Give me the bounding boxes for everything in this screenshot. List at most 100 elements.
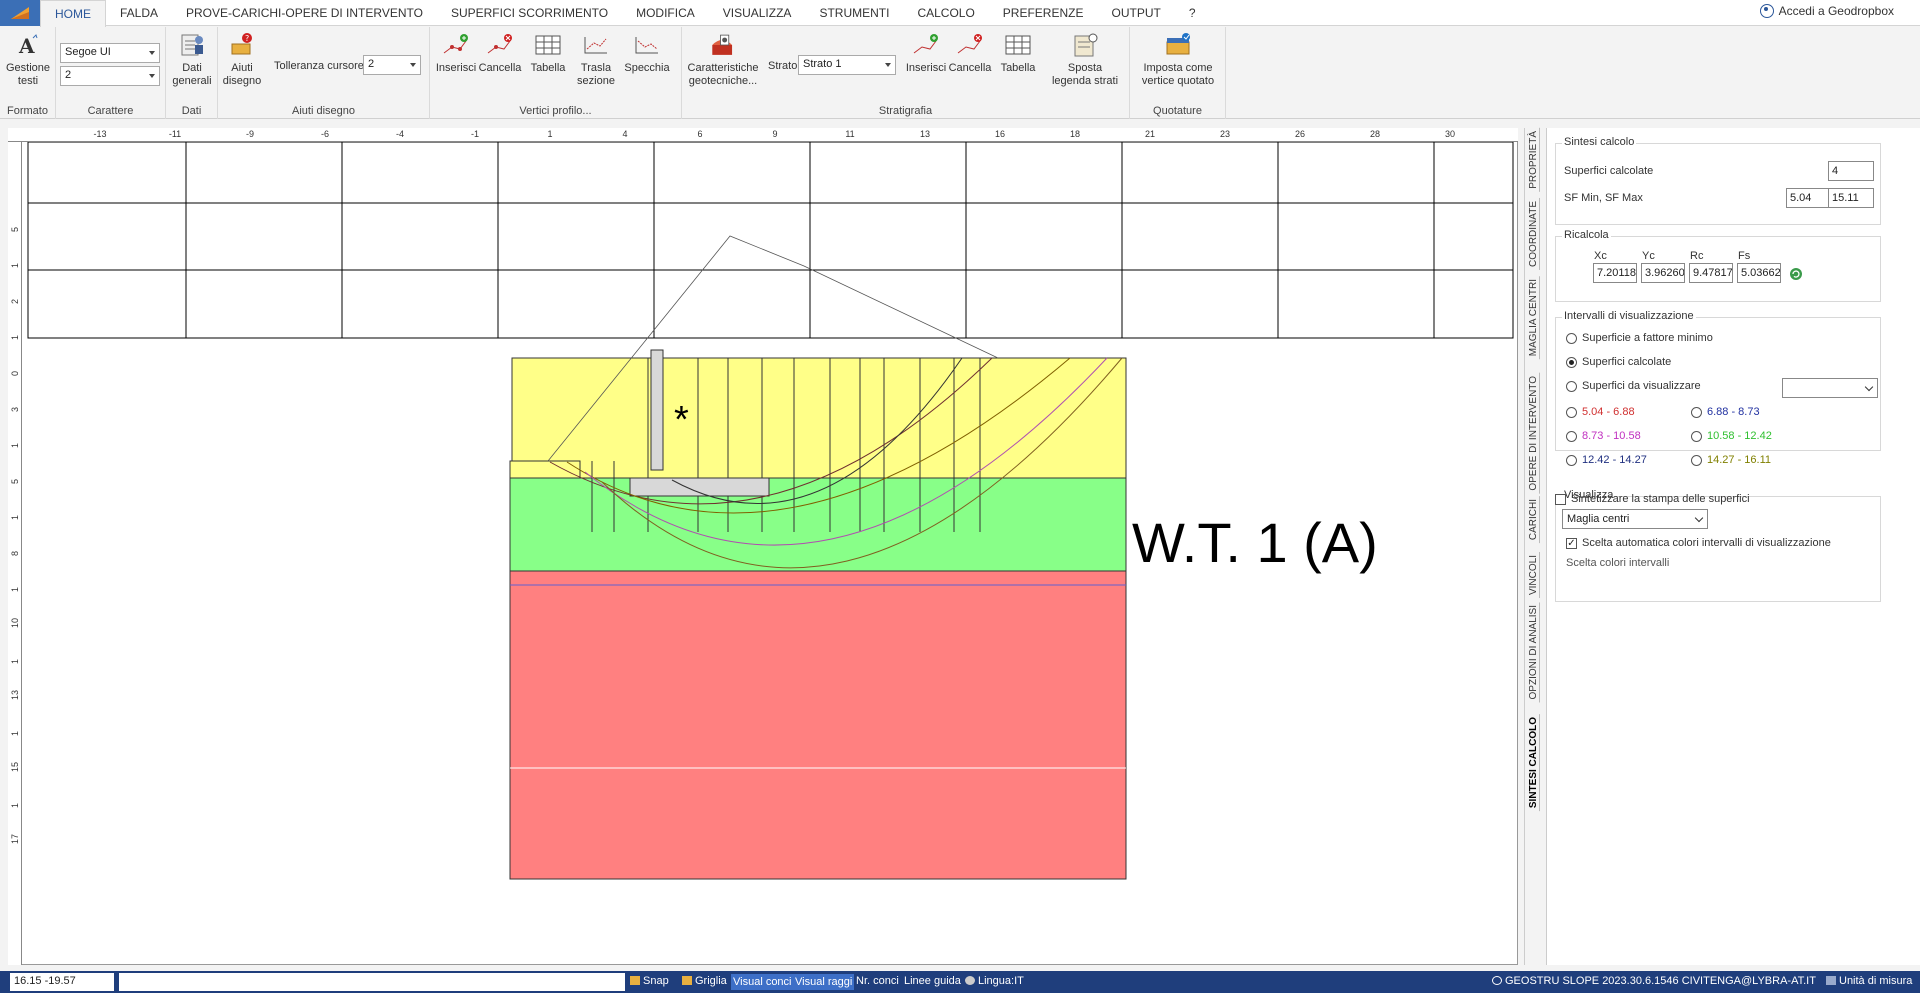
- aiuti-disegno-button[interactable]: ? Aiuti disegno: [220, 31, 264, 88]
- sf-min-field[interactable]: 5.04: [1786, 188, 1832, 208]
- language-selector[interactable]: Lingua:IT: [965, 975, 1024, 987]
- dati-generali-button[interactable]: Dati generali: [170, 31, 214, 88]
- side-tab-sintesi-calcolo[interactable]: SINTESI CALCOLO: [1528, 714, 1540, 812]
- snap-toggle[interactable]: Snap: [630, 975, 669, 987]
- ruler-tick-label: 11: [845, 129, 855, 139]
- refresh-icon[interactable]: [1789, 267, 1803, 281]
- xc-field[interactable]: 7.20118: [1593, 263, 1637, 283]
- ruler-tick-label: 26: [1294, 129, 1306, 139]
- strato-select[interactable]: Strato 1: [798, 55, 896, 75]
- ruler-tick-label: 13: [10, 689, 20, 700]
- radio-range-4[interactable]: [1691, 431, 1702, 442]
- side-tab-opzioni-analisi[interactable]: OPZIONI DI ANALISI: [1528, 602, 1540, 703]
- side-tab-maglia-centri[interactable]: MAGLIA CENTRI: [1528, 276, 1540, 360]
- sposta-legenda-button[interactable]: Sposta legenda strati: [1048, 31, 1122, 88]
- side-tab-opere-intervento[interactable]: OPERE DI INTERVENTO: [1528, 373, 1540, 494]
- group-carattere: Segoe UI 2 Carattere: [56, 27, 166, 119]
- side-tab-coordinate[interactable]: COORDINATE: [1528, 198, 1540, 270]
- imposta-vertice-quotato-button[interactable]: Imposta come vertice quotato: [1134, 31, 1222, 88]
- vertici-inserisci-button[interactable]: Inserisci: [434, 31, 478, 75]
- side-tabs: PROPRIETÀ COORDINATE MAGLIA CENTRI OPERE…: [1524, 128, 1546, 965]
- group-label-vertici-profilo: Vertici profilo...: [519, 105, 592, 117]
- linee-guida-toggle[interactable]: Linee guida: [904, 975, 961, 987]
- chevron-down-icon: [1694, 513, 1704, 523]
- strati-inserisci-button[interactable]: Inserisci: [904, 31, 948, 75]
- specchia-button[interactable]: Specchia: [622, 31, 672, 75]
- tab-strumenti[interactable]: STRUMENTI: [805, 0, 903, 25]
- tab-calcolo[interactable]: CALCOLO: [903, 0, 988, 25]
- nr-conci-toggle[interactable]: Nr. conci: [856, 975, 899, 987]
- delete-vertex-icon: [486, 31, 514, 59]
- group-stratigrafia: Caratteristiche geotecniche... Strato St…: [682, 27, 1130, 119]
- ruler-tick-label: 30: [1444, 129, 1456, 139]
- user-icon: [1759, 4, 1774, 18]
- cursor-coordinates: 16.15 -19.57: [10, 973, 114, 991]
- layer-top: [511, 357, 1127, 479]
- xc-label: Xc: [1594, 250, 1607, 262]
- tab-output[interactable]: OUTPUT: [1097, 0, 1174, 25]
- trasla-sezione-button[interactable]: Trasla sezione: [574, 31, 618, 88]
- font-size-select[interactable]: 2: [60, 66, 160, 86]
- chevron-down-icon: [1864, 382, 1874, 392]
- tab-visualizza[interactable]: VISUALIZZA: [709, 0, 806, 25]
- caratteristiche-geotecniche-button[interactable]: Caratteristiche geotecniche...: [686, 31, 760, 88]
- auto-colors-checkbox[interactable]: ✓: [1566, 538, 1577, 549]
- tab-falda[interactable]: FALDA: [106, 0, 172, 25]
- strati-tabella-button[interactable]: Tabella: [996, 31, 1040, 75]
- vertici-cancella-button[interactable]: Cancella: [478, 31, 522, 75]
- tab-preferenze[interactable]: PREFERENZE: [989, 0, 1098, 25]
- units-button[interactable]: Unità di misura: [1826, 975, 1912, 987]
- tab-superfici-scorrimento[interactable]: SUPERFICI SCORRIMENTO: [437, 0, 622, 25]
- font-name-select[interactable]: Segoe UI: [60, 43, 160, 63]
- gestione-testi-button[interactable]: A Gestione testi: [4, 31, 52, 88]
- sintetizzare-checkbox[interactable]: [1555, 494, 1566, 505]
- superfici-visualizzare-select[interactable]: [1782, 378, 1878, 398]
- radio-range-2[interactable]: [1691, 407, 1702, 418]
- radio-fattore-minimo[interactable]: [1566, 333, 1577, 344]
- status-message-field: [119, 973, 625, 991]
- table-icon: [1004, 31, 1032, 59]
- group-vertici-profilo: Inserisci Cancella Tabella Trasla sezion…: [430, 27, 682, 119]
- ruler-tick-label: 1: [10, 514, 20, 520]
- scelta-colori-link[interactable]: Scelta colori intervalli: [1566, 557, 1669, 569]
- side-tab-proprieta[interactable]: PROPRIETÀ: [1528, 128, 1540, 192]
- option-superfici-calcolate-label: Superfici calcolate: [1582, 356, 1672, 368]
- visual-raggi-toggle[interactable]: Visual raggi: [793, 974, 855, 990]
- visual-conci-toggle[interactable]: Visual conci: [731, 974, 794, 990]
- ruler-tick-label: -4: [395, 129, 405, 139]
- tolleranza-select[interactable]: 2: [363, 55, 421, 75]
- ruler-tick-label: 18: [1069, 129, 1081, 139]
- tab-prove-carichi[interactable]: PROVE-CARICHI-OPERE DI INTERVENTO: [172, 0, 437, 25]
- general-data-icon: [178, 31, 206, 59]
- radio-range-5[interactable]: [1566, 455, 1577, 466]
- radio-range-6[interactable]: [1691, 455, 1702, 466]
- griglia-toggle[interactable]: Griglia: [682, 975, 727, 987]
- intervalli-group: Intervalli di visualizzazione Superficie…: [1555, 310, 1881, 466]
- radio-range-1[interactable]: [1566, 407, 1577, 418]
- app-logo-icon[interactable]: [0, 0, 40, 26]
- radio-superfici-calcolate[interactable]: [1566, 357, 1577, 368]
- ruler-tick-label: 28: [1369, 129, 1381, 139]
- group-label-carattere: Carattere: [87, 105, 134, 117]
- radio-range-3[interactable]: [1566, 431, 1577, 442]
- side-tab-carichi[interactable]: CARICHI: [1528, 496, 1540, 544]
- tab-help[interactable]: ?: [1175, 0, 1210, 25]
- side-tab-vincoli[interactable]: VINCOLI: [1528, 552, 1540, 599]
- rc-field[interactable]: 9.47817: [1689, 263, 1733, 283]
- ruler-tick-label: 13: [919, 129, 931, 139]
- fs-field[interactable]: 5.03662: [1737, 263, 1781, 283]
- drawing-canvas[interactable]: * W.T. 1 (A): [22, 142, 1518, 965]
- sf-max-field[interactable]: 15.11: [1828, 188, 1874, 208]
- chevron-down-icon: [410, 63, 416, 67]
- account-link[interactable]: Accedi a Geodropbox: [1759, 4, 1894, 18]
- radio-superfici-visualizzare[interactable]: [1566, 381, 1577, 392]
- yc-field[interactable]: 3.96260: [1641, 263, 1685, 283]
- visualizza-select[interactable]: Maglia centri: [1562, 509, 1708, 529]
- vertici-tabella-button[interactable]: Tabella: [526, 31, 570, 75]
- superfici-calcolate-field[interactable]: 4: [1828, 161, 1874, 181]
- units-icon: [1826, 976, 1836, 985]
- strati-cancella-button[interactable]: Cancella: [948, 31, 992, 75]
- tab-home[interactable]: HOME: [40, 0, 106, 27]
- range-4-label: 10.58 - 12.42: [1707, 430, 1772, 442]
- tab-modifica[interactable]: MODIFICA: [622, 0, 709, 25]
